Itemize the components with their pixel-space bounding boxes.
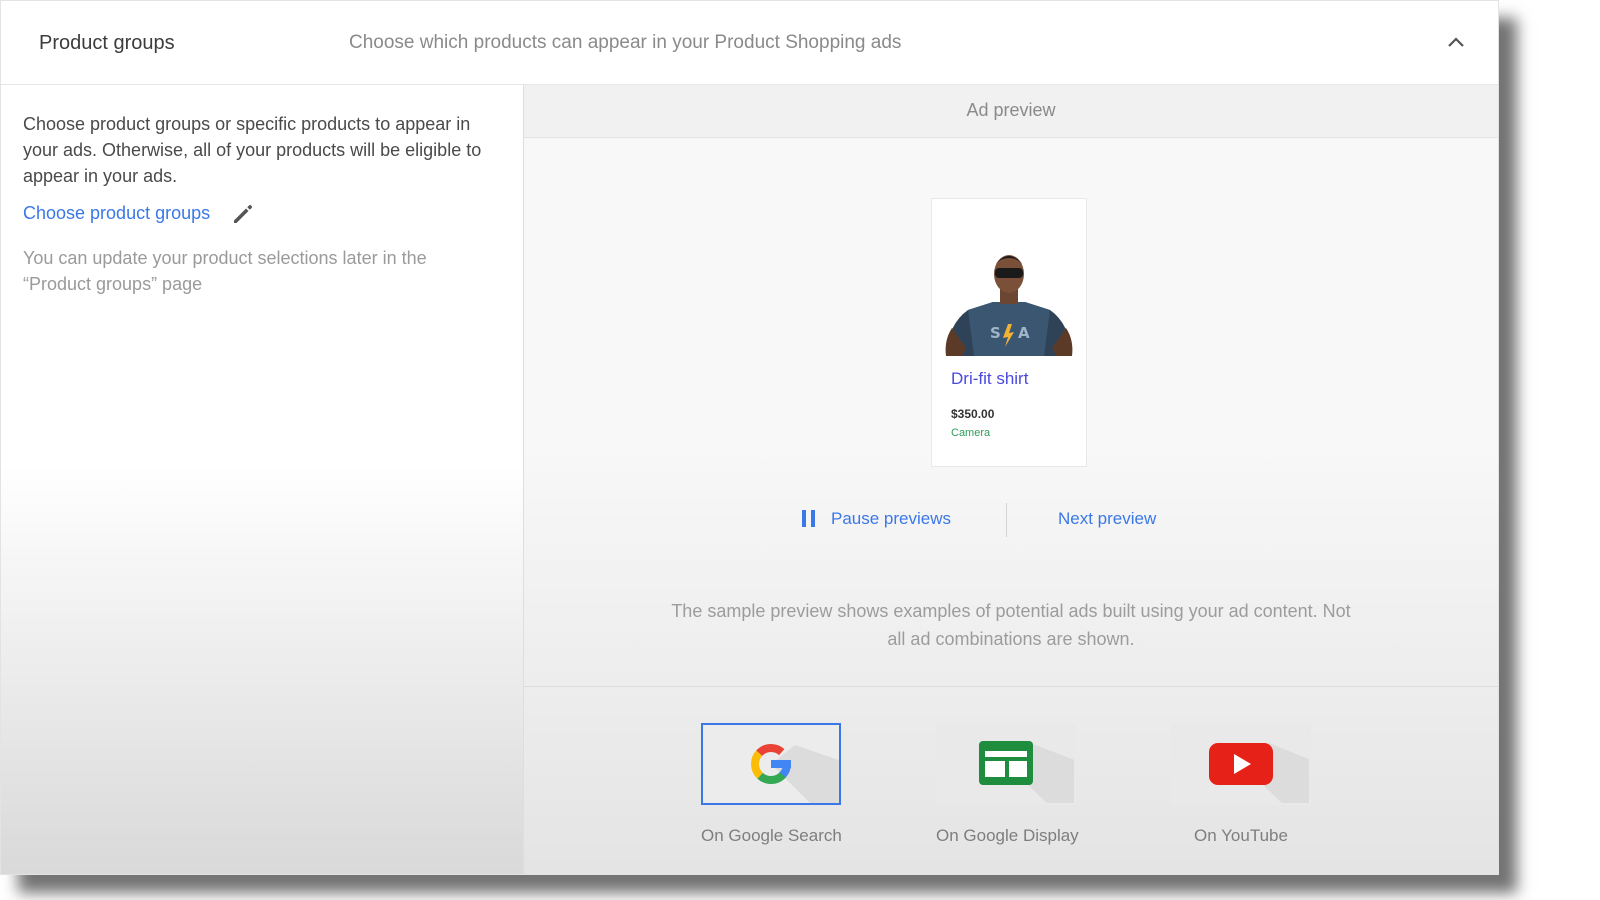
left-panel: Choose product groups or specific produc… (1, 85, 524, 874)
channel-tile (1171, 723, 1311, 805)
update-later-note: You can update your product selections l… (23, 248, 427, 294)
next-preview-button[interactable]: Next preview (1058, 509, 1156, 529)
svg-text:S: S (990, 324, 1001, 342)
google-g-icon (751, 744, 839, 803)
channel-label: On Google Display (936, 826, 1079, 845)
svg-text:A: A (1018, 324, 1030, 342)
shopping-ad-card[interactable]: S A Dri-fit shirt $350.00 Camera (931, 198, 1087, 467)
product-image: S A (945, 255, 1073, 356)
pencil-icon (234, 204, 253, 223)
display-icon (979, 741, 1074, 803)
ad-preview-panel: Ad preview S A Dri-fit shirt $350.00 Cam… (524, 85, 1498, 874)
chevron-up-icon (1448, 37, 1464, 47)
ad-preview-header: Ad preview (524, 85, 1498, 138)
channels-divider (524, 686, 1498, 687)
sample-preview-note: The sample preview shows examples of pot… (671, 601, 1351, 649)
section-subtitle: Choose which products can appear in your… (349, 32, 902, 53)
edit-button[interactable] (230, 201, 256, 227)
channel-label: On YouTube (1194, 826, 1288, 845)
section-header[interactable]: Product groups Choose which products can… (1, 1, 1498, 85)
channel-google-display[interactable]: On Google Display (936, 723, 1079, 846)
product-name: Dri-fit shirt (951, 369, 1029, 388)
pause-icon (802, 510, 816, 528)
controls-divider (1006, 503, 1007, 537)
section-title: Product groups (39, 32, 175, 54)
youtube-icon (1209, 743, 1309, 803)
channel-label: On Google Search (701, 826, 842, 845)
choose-product-groups-link[interactable]: Choose product groups (23, 203, 210, 224)
product-price: $350.00 (951, 407, 995, 421)
store-name: Camera (951, 427, 991, 439)
channel-tile (936, 723, 1076, 805)
preview-controls: Pause previews Next preview (524, 503, 1498, 537)
channel-google-search[interactable]: On Google Search (701, 723, 842, 846)
channel-youtube[interactable]: On YouTube (1171, 723, 1311, 846)
ad-preview-heading: Ad preview (966, 100, 1056, 120)
collapse-button[interactable] (1441, 27, 1471, 57)
channel-tile (701, 723, 841, 805)
pause-previews-label: Pause previews (831, 509, 952, 528)
product-groups-card: Product groups Choose which products can… (0, 0, 1499, 875)
product-groups-description: Choose product groups or specific produc… (23, 114, 482, 186)
